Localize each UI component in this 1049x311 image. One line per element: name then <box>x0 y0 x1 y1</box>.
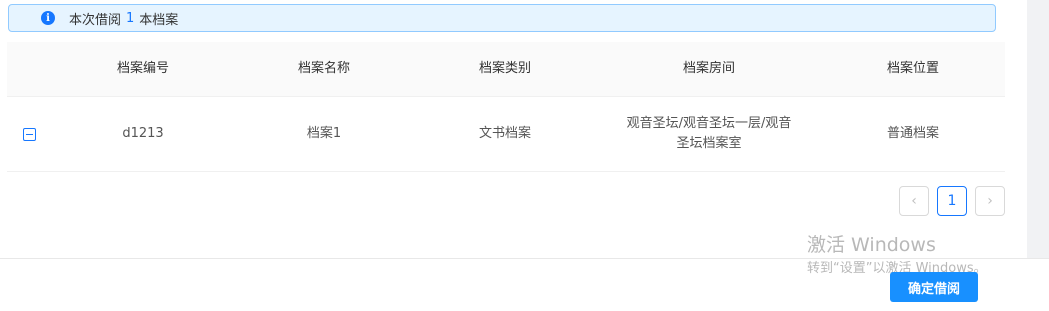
dialog-content: i 本次借阅 1 本档案 档案编号 档案名称 档案类别 档案房间 档案位置 d1… <box>7 4 1005 258</box>
page-1-button[interactable]: 1 <box>937 186 967 216</box>
next-page-button[interactable]: › <box>975 186 1005 216</box>
pagination: ‹ 1 › <box>899 186 1005 216</box>
header-category: 档案类别 <box>478 61 531 76</box>
cell-room: 观音圣坛/观音圣坛一层/观音圣坛档案室 <box>626 116 792 151</box>
header-room: 档案房间 <box>682 61 735 76</box>
borrow-count-alert: i 本次借阅 1 本档案 <box>8 4 996 32</box>
table-header: 档案编号 档案名称 档案类别 档案房间 档案位置 <box>7 42 1005 97</box>
cell-category: 文书档案 <box>478 126 531 141</box>
scrollbar-track[interactable] <box>1027 0 1049 258</box>
borrow-dialog: i 本次借阅 1 本档案 档案编号 档案名称 档案类别 档案房间 档案位置 d1… <box>0 0 1049 311</box>
info-icon: i <box>41 11 55 25</box>
footer-divider <box>0 258 1049 259</box>
header-location: 档案位置 <box>886 61 939 76</box>
cell-code: d1213 <box>122 126 164 141</box>
alert-prefix: 本次借阅 <box>69 12 122 28</box>
table-row: d1213 档案1 文书档案 观音圣坛/观音圣坛一层/观音圣坛档案室 普通档案 <box>7 97 1005 172</box>
alert-suffix: 本档案 <box>139 12 179 28</box>
cell-location: 普通档案 <box>886 126 939 141</box>
archive-table: 档案编号 档案名称 档案类别 档案房间 档案位置 d1213 档案1 文书档案 … <box>7 42 1005 172</box>
row-expand-cell <box>7 127 53 141</box>
prev-page-button[interactable]: ‹ <box>899 186 929 216</box>
header-name: 档案名称 <box>297 61 350 76</box>
confirm-borrow-button[interactable]: 确定借阅 <box>890 272 978 302</box>
cell-name: 档案1 <box>306 126 342 141</box>
collapse-row-icon[interactable] <box>23 127 36 141</box>
alert-count: 1 <box>126 10 135 26</box>
header-code: 档案编号 <box>116 61 169 76</box>
